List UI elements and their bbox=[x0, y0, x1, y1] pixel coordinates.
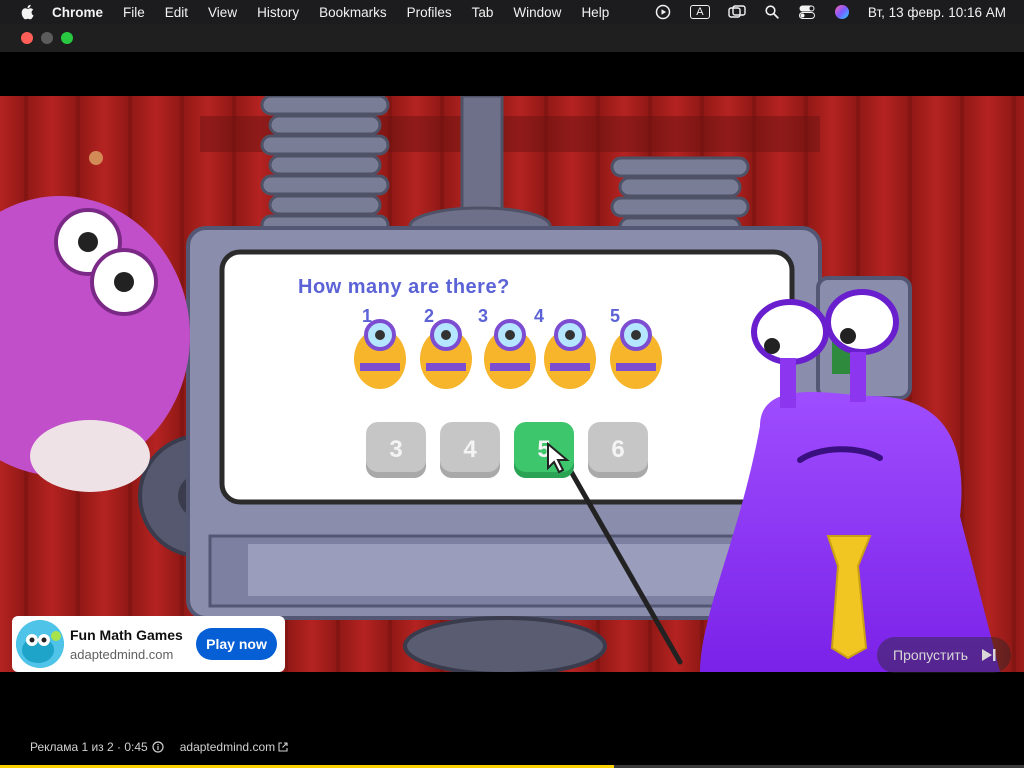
answer-button-4: 4 bbox=[440, 422, 500, 478]
search-icon[interactable] bbox=[763, 4, 781, 20]
question-text: How many are there? bbox=[298, 276, 510, 298]
video-player[interactable]: How many are there? 1 2 3 4 5 3 4 5 6 bbox=[0, 96, 1024, 672]
control-center-icon[interactable] bbox=[798, 4, 816, 20]
count-label-2: 2 bbox=[424, 306, 435, 326]
window-minimize-button[interactable] bbox=[41, 32, 53, 44]
menu-help[interactable]: Help bbox=[581, 5, 609, 20]
menubar-clock[interactable]: Вт, 13 февр. 10:16 AM bbox=[868, 5, 1006, 20]
ad-info-bar: Реклама 1 из 2 · 0:45 adaptedmind.com bbox=[30, 740, 288, 754]
macos-menu-bar: Chrome File Edit View History Bookmarks … bbox=[0, 0, 1024, 24]
skip-ad-button[interactable]: Пропустить bbox=[877, 637, 1011, 673]
window-titlebar bbox=[0, 24, 1024, 52]
external-link-icon[interactable] bbox=[278, 742, 288, 752]
menu-file[interactable]: File bbox=[123, 5, 145, 20]
info-icon[interactable] bbox=[152, 741, 164, 753]
menu-tab[interactable]: Tab bbox=[472, 5, 494, 20]
count-label-1: 1 bbox=[362, 306, 373, 326]
menu-history[interactable]: History bbox=[257, 5, 299, 20]
spring-left bbox=[260, 96, 390, 236]
cursor-arrow-icon bbox=[547, 442, 570, 474]
screen-mirror-icon[interactable] bbox=[728, 4, 746, 20]
answer-button-3: 3 bbox=[366, 422, 426, 478]
skip-next-icon bbox=[982, 649, 996, 661]
ad-counter-text: Реклама 1 из 2 · 0:45 bbox=[30, 740, 148, 754]
count-label-5: 5 bbox=[610, 306, 621, 326]
menu-bookmarks[interactable]: Bookmarks bbox=[319, 5, 387, 20]
ad-card[interactable]: Fun Math Games adaptedmind.com Play now bbox=[12, 616, 285, 672]
window-close-button[interactable] bbox=[21, 32, 33, 44]
skip-label: Пропустить bbox=[893, 647, 968, 663]
apple-icon[interactable] bbox=[20, 4, 34, 20]
window-fullscreen-button[interactable] bbox=[61, 32, 73, 44]
input-source-letter: A bbox=[690, 5, 710, 19]
siri-icon[interactable] bbox=[833, 4, 851, 20]
answer-button-6: 6 bbox=[588, 422, 648, 478]
play-circle-icon[interactable] bbox=[654, 4, 672, 20]
menu-view[interactable]: View bbox=[208, 5, 237, 20]
keyboard-input-icon[interactable]: A bbox=[689, 4, 711, 20]
menu-app-chrome[interactable]: Chrome bbox=[52, 5, 103, 20]
menu-edit[interactable]: Edit bbox=[165, 5, 188, 20]
menu-window[interactable]: Window bbox=[513, 5, 561, 20]
ad-footer-link[interactable]: adaptedmind.com bbox=[180, 740, 275, 754]
count-label-3: 3 bbox=[478, 306, 489, 326]
ad-title[interactable]: Fun Math Games bbox=[70, 627, 183, 643]
count-label-4: 4 bbox=[534, 306, 545, 326]
menu-profiles[interactable]: Profiles bbox=[407, 5, 452, 20]
advertiser-logo[interactable] bbox=[16, 620, 64, 668]
play-now-button[interactable]: Play now bbox=[196, 628, 277, 660]
video-frame bbox=[0, 96, 1024, 672]
ad-domain[interactable]: adaptedmind.com bbox=[70, 647, 183, 662]
